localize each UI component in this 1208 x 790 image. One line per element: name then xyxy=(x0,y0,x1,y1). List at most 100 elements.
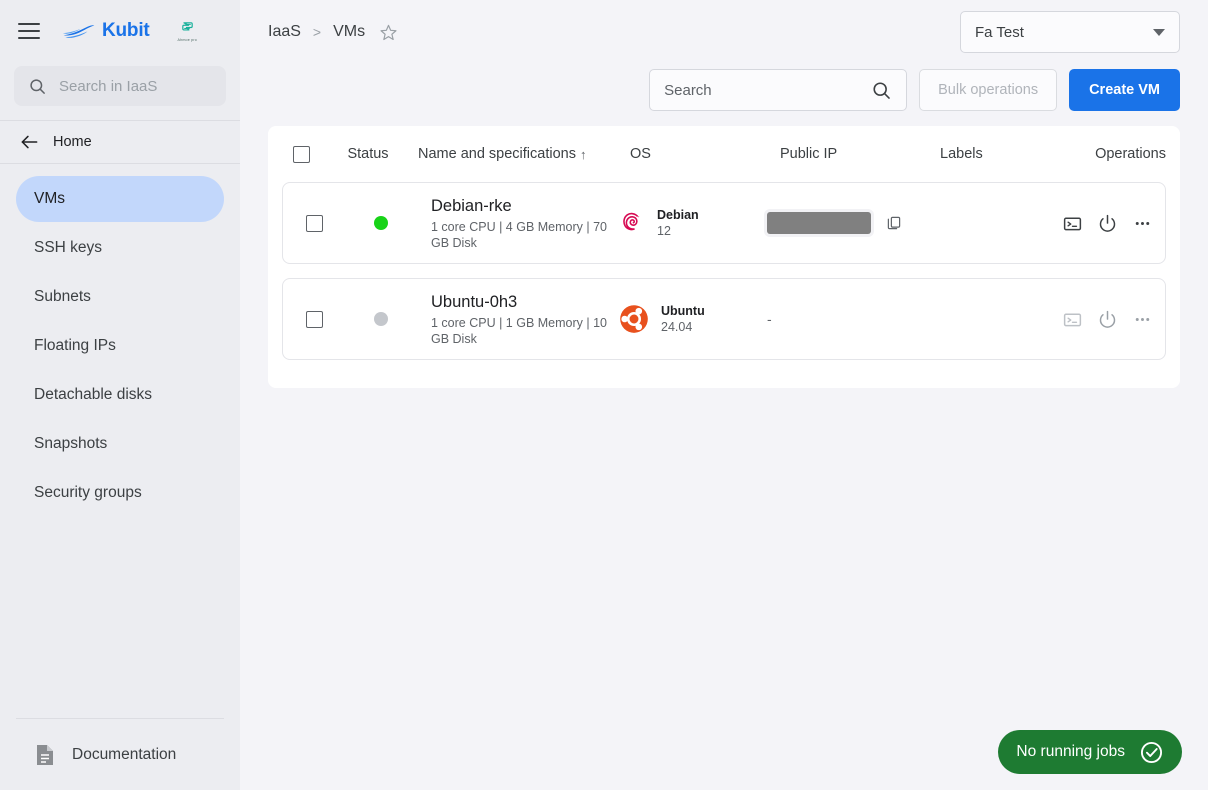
checkbox-unchecked-icon[interactable] xyxy=(292,145,310,163)
sidebar-header: Kubit Ahmoe pro xyxy=(0,0,240,62)
sidebar-item-vms[interactable]: VMs xyxy=(16,176,224,222)
row-name-cell: Ubuntu-0h3 1 core CPU | 1 GB Memory | 10… xyxy=(417,292,617,347)
column-header-name-label: Name and specifications xyxy=(418,146,576,162)
breadcrumb-separator-icon: > xyxy=(312,24,322,40)
sidebar-item-security-groups[interactable]: Security groups xyxy=(16,470,224,516)
os-info: Debian 12 xyxy=(657,208,699,239)
sidebar-item-label: Subnets xyxy=(34,288,91,305)
sidebar-item-floating-ips[interactable]: Floating IPs xyxy=(16,323,224,369)
chevron-down-icon xyxy=(1153,28,1165,36)
console-icon[interactable] xyxy=(1062,213,1083,234)
power-icon[interactable] xyxy=(1097,213,1118,234)
sidebar-item-ssh-keys[interactable]: SSH keys xyxy=(16,225,224,271)
sort-ascending-icon: ↑ xyxy=(579,146,587,162)
column-header-operations: Operations xyxy=(1095,146,1166,162)
power-icon[interactable] xyxy=(1097,309,1118,330)
row-status-cell xyxy=(345,216,417,230)
main-content: IaaS > VMs Fa Test Search Bulk operation… xyxy=(240,0,1208,790)
vm-specs: 1 core CPU | 1 GB Memory | 10 GB Disk xyxy=(431,315,607,346)
row-status-cell xyxy=(345,312,417,326)
row-public-ip-cell xyxy=(767,212,927,234)
row-os-cell: Ubuntu 24.04 xyxy=(617,302,767,336)
table-row[interactable]: Ubuntu-0h3 1 core CPU | 1 GB Memory | 10… xyxy=(282,278,1166,360)
project-select-value: Fa Test xyxy=(975,23,1024,41)
search-icon xyxy=(30,78,45,94)
sidebar-documentation-link[interactable]: Documentation xyxy=(16,718,224,790)
sidebar-home-label: Home xyxy=(53,134,92,150)
column-header-public-ip: Public IP xyxy=(780,146,838,162)
os-name: Debian xyxy=(657,207,699,222)
public-ip-value: - xyxy=(767,311,772,327)
partner-mark-icon xyxy=(181,22,193,31)
sidebar-item-snapshots[interactable]: Snapshots xyxy=(16,421,224,467)
checkbox-unchecked-icon[interactable] xyxy=(305,214,323,232)
public-ip-redacted xyxy=(767,212,871,234)
row-select-cell xyxy=(283,310,345,328)
action-bar: Search Bulk operations Create VM xyxy=(240,64,1208,116)
create-vm-button[interactable]: Create VM xyxy=(1069,69,1180,111)
hamburger-icon[interactable] xyxy=(18,23,40,39)
sidebar-documentation-label: Documentation xyxy=(72,745,177,763)
search-input[interactable]: Search xyxy=(649,69,908,111)
sidebar-search-placeholder: Search in IaaS xyxy=(59,77,158,95)
os-info: Ubuntu 24.04 xyxy=(661,304,705,335)
row-name-cell: Debian-rke 1 core CPU | 4 GB Memory | 70… xyxy=(417,196,617,251)
sidebar-item-label: SSH keys xyxy=(34,239,103,256)
status-badge-stopped xyxy=(374,312,388,326)
sidebar-item-subnets[interactable]: Subnets xyxy=(16,274,224,320)
sidebar: Kubit Ahmoe pro Search in IaaS Home VMs … xyxy=(0,0,240,790)
bulk-operations-button[interactable]: Bulk operations xyxy=(919,69,1058,111)
row-os-cell: Debian 12 xyxy=(617,208,767,239)
create-vm-label: Create VM xyxy=(1089,82,1160,98)
sidebar-nav: VMs SSH keys Subnets Floating IPs Detach… xyxy=(0,164,240,516)
sidebar-item-label: Snapshots xyxy=(34,435,108,452)
sidebar-item-detachable-disks[interactable]: Detachable disks xyxy=(16,372,224,418)
partner-caption: Ahmoe pro xyxy=(177,37,197,43)
sidebar-item-label: Floating IPs xyxy=(34,337,116,354)
row-operations-cell xyxy=(1037,309,1165,330)
jobs-status-label: No running jobs xyxy=(1016,743,1125,760)
table-row[interactable]: Debian-rke 1 core CPU | 4 GB Memory | 70… xyxy=(282,182,1166,264)
brand-logo[interactable]: Kubit xyxy=(62,20,150,42)
breadcrumb-root[interactable]: IaaS xyxy=(268,23,301,41)
sidebar-item-label: VMs xyxy=(34,190,65,207)
sidebar-home-link[interactable]: Home xyxy=(0,120,240,164)
status-badge-running xyxy=(374,216,388,230)
os-version: 12 xyxy=(657,223,671,238)
more-options-icon[interactable] xyxy=(1132,213,1153,234)
vm-table: Status Name and specifications ↑ OS Publ… xyxy=(268,126,1180,388)
vm-name[interactable]: Debian-rke xyxy=(431,196,617,216)
star-outline-icon[interactable] xyxy=(379,23,398,42)
search-placeholder: Search xyxy=(664,81,712,99)
sidebar-item-label: Security groups xyxy=(34,484,142,501)
kubit-mark-icon xyxy=(62,25,95,38)
breadcrumb-current[interactable]: VMs xyxy=(333,23,365,41)
copy-icon[interactable] xyxy=(885,214,903,232)
vm-name[interactable]: Ubuntu-0h3 xyxy=(431,292,617,312)
select-all-cell xyxy=(270,145,332,163)
vm-specs: 1 core CPU | 4 GB Memory | 70 GB Disk xyxy=(431,219,607,250)
arrow-left-icon xyxy=(21,135,38,149)
sidebar-search-input[interactable]: Search in IaaS xyxy=(14,66,226,106)
brand-name: Kubit xyxy=(102,20,150,41)
column-header-status: Status xyxy=(347,146,389,162)
bulk-operations-label: Bulk operations xyxy=(938,82,1039,98)
debian-logo-icon xyxy=(623,212,640,231)
column-header-name[interactable]: Name and specifications ↑ xyxy=(404,145,630,163)
row-public-ip-cell: - xyxy=(767,311,927,327)
checkbox-unchecked-icon[interactable] xyxy=(305,310,323,328)
sidebar-item-label: Detachable disks xyxy=(34,386,153,403)
app-root: Kubit Ahmoe pro Search in IaaS Home VMs … xyxy=(0,0,1208,790)
project-select[interactable]: Fa Test xyxy=(960,11,1180,53)
more-options-icon[interactable] xyxy=(1132,309,1153,330)
console-icon xyxy=(1062,309,1083,330)
check-circle-icon xyxy=(1140,741,1163,763)
column-header-os: OS xyxy=(630,146,651,162)
jobs-status-pill[interactable]: No running jobs xyxy=(998,730,1182,774)
os-version: 24.04 xyxy=(661,319,693,334)
search-icon[interactable] xyxy=(871,80,892,101)
table-header-row: Status Name and specifications ↑ OS Publ… xyxy=(268,126,1180,182)
os-name: Ubuntu xyxy=(661,303,705,318)
partner-logo[interactable]: Ahmoe pro xyxy=(178,20,197,42)
